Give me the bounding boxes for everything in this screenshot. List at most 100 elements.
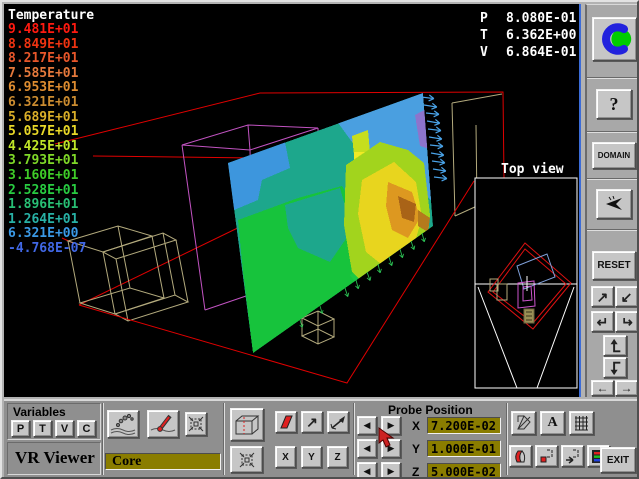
pan-right-button[interactable]: → [615,380,638,396]
fit-box-icon [188,416,204,432]
divider [353,403,355,475]
temperature-slice[interactable] [226,93,433,353]
yaw-right-button[interactable]: ↵ [615,311,638,332]
probe-readout: P 8.080E-01 T 6.362E+00 V 6.864E-01 [480,10,576,61]
top-view-label: Top view [501,162,564,177]
divider [587,229,639,231]
isosurface-button[interactable] [509,445,532,467]
return-arrow-right-icon: ↵ [621,315,633,329]
probe-z-increase-button[interactable]: ▶ [381,462,401,479]
divider [223,403,225,475]
probe-thermometer-button[interactable] [147,410,179,438]
dart-arrow-icon [330,415,346,430]
probe-y-decrease-button[interactable]: ◀ [357,439,377,458]
help-button[interactable]: ? [596,89,632,119]
legend-entry: 8.849E+01 [8,38,94,53]
top-view-inset [475,178,577,388]
view-direction-button[interactable] [596,189,632,219]
thermometer-icon [150,413,176,435]
arrow-sw-icon: ↙ [621,290,633,304]
probe-x-decrease-button[interactable]: ◀ [357,416,377,435]
slice-plane-button[interactable] [230,408,264,441]
bent-arrow-up-icon [607,338,623,354]
zoom-box-button[interactable] [535,445,558,467]
divider [587,178,639,180]
roll-down-button[interactable] [603,357,627,378]
ribbon-icon [513,449,528,464]
yaw-left-button[interactable]: ↵ [591,311,614,332]
probe-z-decrease-button[interactable]: ◀ [357,462,377,479]
annotate-text-button[interactable]: A [540,411,565,435]
readout-row: P 8.080E-01 [480,10,576,27]
legend-entry: 6.321E+01 [8,96,94,111]
triangle-left-icon: ◀ [364,421,371,430]
fit-box-icon [239,452,255,468]
reset-button[interactable]: RESET [592,251,636,280]
readout-row: V 6.864E-01 [480,44,576,61]
snapshot-button[interactable] [511,411,536,435]
exit-button[interactable]: EXIT [600,447,636,473]
zoom-box-icon [539,449,554,464]
legend-entry: 5.689E+01 [8,111,94,126]
app-name-box: VR Viewer [7,442,101,475]
triangle-right-icon: ▶ [388,467,395,476]
legend-entry: 1.896E+01 [8,198,94,213]
probe-y-value[interactable]: 1.000E-01 [427,440,501,457]
pan-view-button[interactable] [561,445,584,467]
axis-button-x[interactable]: X [275,446,296,468]
red-slice-icon [279,415,294,430]
legend-entry: 5.057E+01 [8,125,94,140]
triangle-left-icon: ◀ [364,467,371,476]
legend-entry: 2.528E+01 [8,184,94,199]
variable-button-c[interactable]: C [77,420,96,437]
region-selector[interactable]: Core [105,453,221,470]
variable-button-v[interactable]: V [55,420,74,437]
probe-x-value[interactable]: 7.200E-02 [427,417,501,434]
bent-arrow-down-icon [607,360,623,376]
triangle-left-icon: ◀ [364,444,371,453]
particle-track-button[interactable] [107,410,139,438]
legend-entry: 9.481E+01 [8,23,94,38]
readout-row: T 6.362E+00 [480,27,576,44]
domain-button[interactable]: DOMAIN [592,142,636,169]
pan-arrow-icon [565,449,580,464]
divider [506,403,508,475]
temperature-legend: Temperature 9.481E+01 8.849E+01 8.217E+0… [8,8,94,257]
divider [587,77,639,79]
grid-toggle-button[interactable] [569,411,594,435]
divider [102,403,104,475]
vector-plot-button[interactable] [327,411,349,433]
arrow-right-icon: → [621,382,633,394]
normal-arrow-button[interactable]: ↗ [301,411,323,433]
cfx-logo-icon [596,21,634,57]
legend-entry: 1.264E+01 [8,213,94,228]
mouse-cursor [378,427,398,449]
show-slice-button[interactable] [275,411,297,433]
sheet-icon [515,414,533,432]
roll-up-button[interactable] [603,335,627,356]
legend-entry: 6.953E+01 [8,81,94,96]
logo-button[interactable] [592,17,637,61]
bottom-toolbar: Variables P T V C VR Viewer [4,399,639,477]
variable-button-p[interactable]: P [11,420,30,437]
rotate-up-button[interactable]: ↗ [591,286,614,307]
legend-title: Temperature [8,8,94,23]
axis-button-z[interactable]: Z [327,446,348,468]
fit-view-button-2[interactable] [230,446,263,473]
fit-view-button[interactable] [185,412,207,436]
app-name: VR Viewer [15,448,95,468]
variable-button-t[interactable]: T [33,420,52,437]
viewport-3d[interactable]: Temperature 9.481E+01 8.849E+01 8.217E+0… [4,4,581,397]
rotate-down-button[interactable]: ↙ [615,286,638,307]
variables-box: Variables P T V C [7,403,101,440]
probe-x-label: X [412,419,420,433]
legend-entry: 3.793E+01 [8,154,94,169]
legend-entry: 3.160E+01 [8,169,94,184]
grid-icon [574,415,590,431]
axis-button-y[interactable]: Y [301,446,322,468]
divider [587,131,639,133]
probe-z-value[interactable]: 5.000E-02 [427,463,501,479]
pan-left-button[interactable]: ← [591,380,614,396]
box-slice-icon [233,412,261,438]
right-toolbar: ? DOMAIN RESET ↗ ↙ ↵ ↵ [585,4,639,397]
